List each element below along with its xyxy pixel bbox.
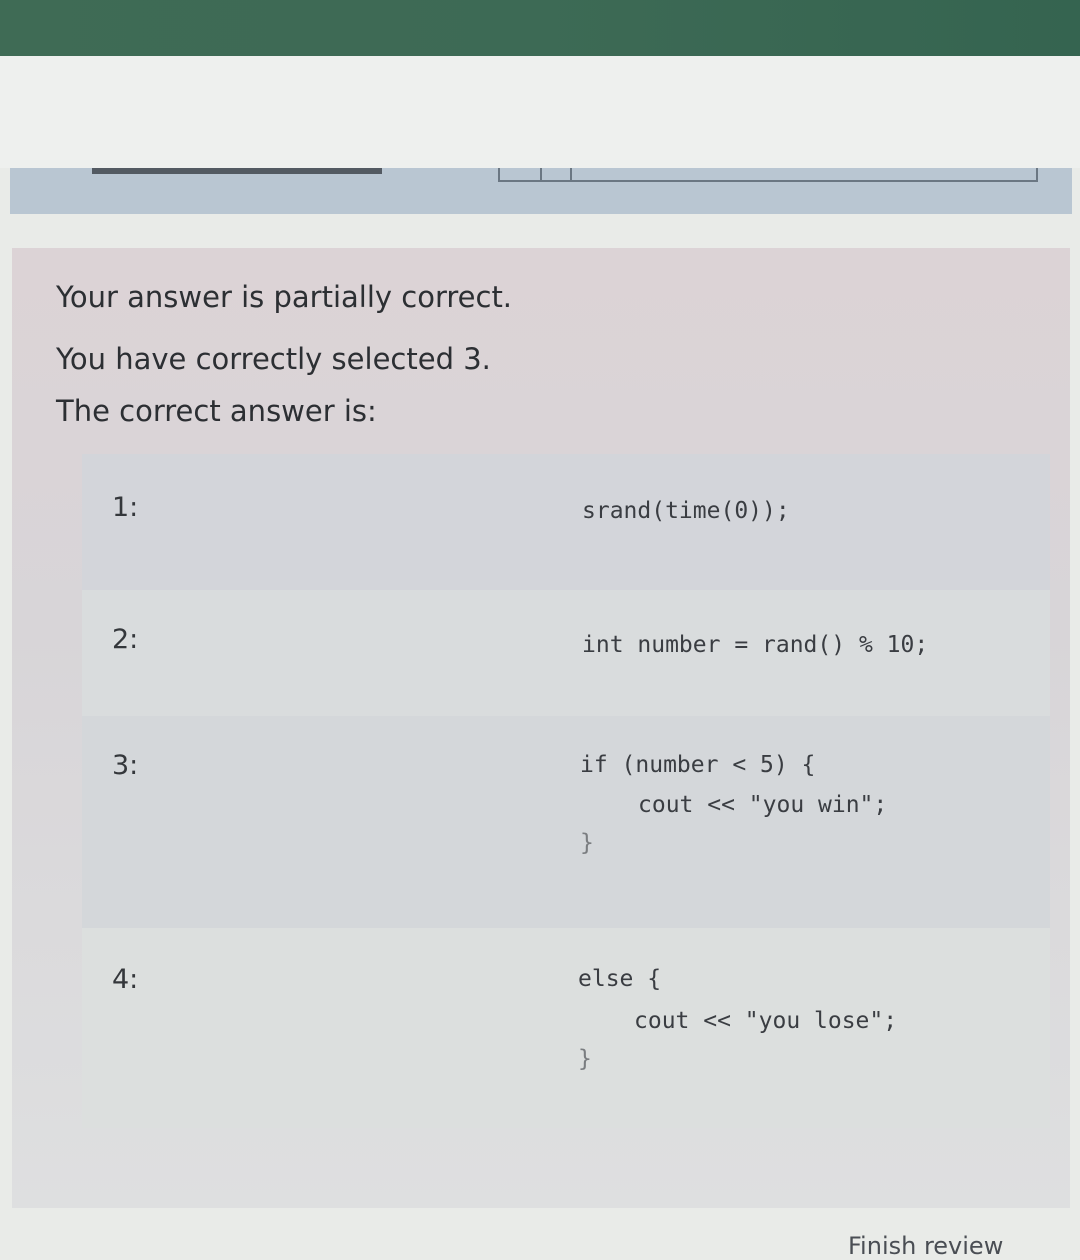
finish-review-link[interactable]: Finish review bbox=[848, 1232, 1003, 1260]
answer-row-number: 2: bbox=[112, 624, 139, 655]
feedback-status: Your answer is partially correct. bbox=[56, 280, 513, 314]
answer-code-line: if (number < 5) { bbox=[580, 752, 816, 778]
answer-row-number: 4: bbox=[112, 964, 139, 995]
answer-code-line: srand(time(0)); bbox=[582, 498, 790, 524]
quiz-navigation-strip bbox=[10, 168, 1072, 214]
answer-code-line: } bbox=[580, 830, 594, 856]
answer-row-number: 3: bbox=[112, 750, 139, 781]
window-top-band bbox=[0, 0, 1080, 56]
answer-code-line: } bbox=[578, 1046, 592, 1072]
answer-row: 1: srand(time(0)); bbox=[82, 454, 1050, 590]
answer-row-number: 1: bbox=[112, 492, 139, 523]
answer-code-line: cout << "you lose"; bbox=[634, 1008, 898, 1034]
correct-answer-heading: The correct answer is: bbox=[56, 394, 377, 428]
nav-tab-outline[interactable] bbox=[498, 168, 1038, 182]
answer-code-line: cout << "you win"; bbox=[638, 792, 888, 818]
feedback-selected-count: You have correctly selected 3. bbox=[56, 342, 491, 376]
page-header bbox=[0, 56, 1080, 168]
answer-row: 3: if (number < 5) { cout << "you win"; … bbox=[82, 716, 1050, 928]
answer-code-line: else { bbox=[578, 966, 662, 992]
nav-progress-bar bbox=[92, 168, 382, 174]
answer-row: 2: int number = rand() % 10; bbox=[82, 590, 1050, 716]
answer-code-line: int number = rand() % 10; bbox=[582, 632, 929, 658]
feedback-panel: Your answer is partially correct. You ha… bbox=[12, 248, 1070, 1208]
answer-row: 4: else { cout << "you lose"; } bbox=[82, 928, 1050, 1128]
